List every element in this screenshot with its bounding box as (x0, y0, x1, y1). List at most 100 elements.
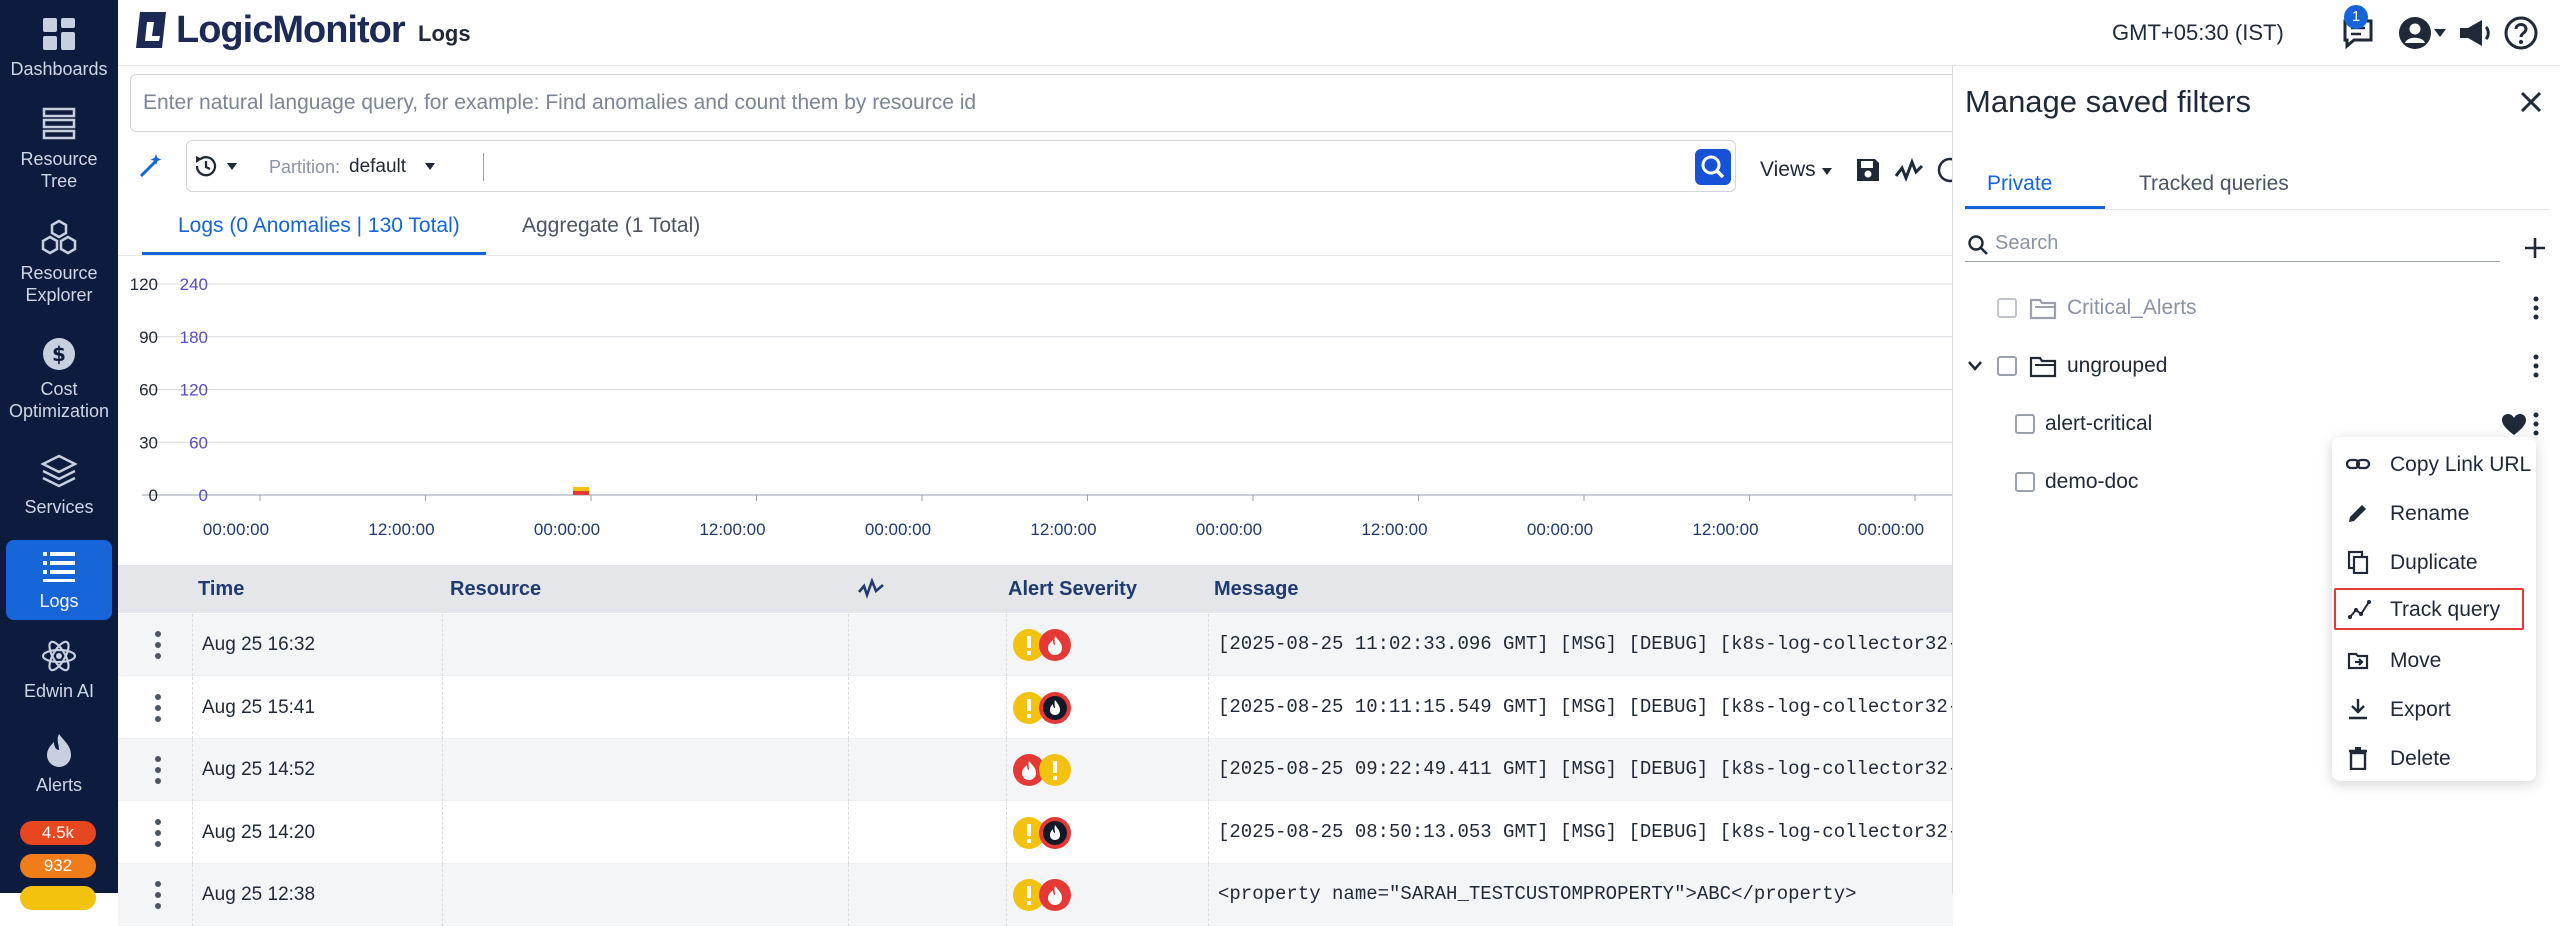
tab-aggregate[interactable]: Aggregate (1 Total) (522, 214, 700, 238)
row-menu-icon[interactable] (152, 753, 164, 787)
alert-count-badge[interactable]: 932 (20, 854, 96, 878)
cell-time: Aug 25 15:41 (202, 696, 316, 718)
partition-value[interactable]: default (349, 156, 406, 178)
add-icon[interactable] (2523, 236, 2547, 260)
nav-dashboards[interactable]: Dashboards (0, 14, 118, 80)
nav-resource-explorer[interactable]: Resource Explorer (0, 218, 118, 306)
folder-checkbox[interactable] (1997, 298, 2017, 318)
nav-edwin-ai[interactable]: Edwin AI (0, 636, 118, 702)
x-axis-tick-label: 12:00:00 (1361, 520, 1427, 539)
svg-text:$: $ (52, 342, 66, 366)
filter-checkbox[interactable] (2015, 472, 2035, 492)
timezone-selector[interactable]: GMT+05:30 (IST) (2112, 20, 2284, 46)
column-header-resource[interactable]: Resource (450, 578, 541, 601)
y-axis-tick-label: 90 (139, 328, 158, 347)
menu-item-track-query[interactable]: Track query (2334, 588, 2524, 630)
nav-label: Resource Explorer (20, 263, 98, 305)
column-header-message[interactable]: Message (1214, 578, 1299, 601)
chevron-down-icon[interactable] (1967, 360, 1983, 372)
table-row[interactable]: Aug 25 14:52 [2025-08-25 09:22:49.411 GMT… (118, 739, 2005, 801)
column-header-time[interactable]: Time (198, 578, 244, 601)
logs-histogram-chart: 0 0 30 60 60 120 90 180 120 240 00:00:00 12:00:00 00… (118, 262, 1953, 562)
chevron-down-icon[interactable] (225, 161, 239, 173)
history-icon[interactable] (193, 153, 219, 179)
table-row[interactable]: Aug 25 15:41 [2025-08-25 10:11:15.549 GMT… (118, 676, 2005, 739)
chevron-down-icon[interactable] (2432, 26, 2448, 40)
nav-logs[interactable]: Logs (6, 540, 112, 620)
dashboards-icon (43, 18, 75, 50)
y-axis-tick-label: 60 (139, 381, 158, 400)
save-icon[interactable] (1854, 156, 1882, 184)
filter-search-input[interactable]: Search (1965, 226, 2500, 262)
query-input-cursor[interactable] (483, 153, 484, 181)
tab-private[interactable]: Private (1987, 172, 2052, 196)
nav-label: Resource Tree (20, 149, 98, 191)
active-tab-indicator (142, 252, 486, 255)
folder-icon (2029, 298, 2057, 320)
x-axis-tick-label: 00:00:00 (1858, 520, 1924, 539)
copy-icon (2347, 550, 2369, 574)
row-menu-icon[interactable] (152, 878, 164, 912)
nav-cost-optimization[interactable]: $ Cost Optimization (0, 334, 118, 422)
y2-axis-tick-label: 240 (180, 275, 208, 294)
layers-icon (40, 454, 78, 488)
menu-item-label: Export (2390, 698, 2451, 721)
folder-label: Critical_Alerts (2067, 296, 2197, 319)
row-menu-icon[interactable] (152, 691, 164, 725)
tab-logs[interactable]: Logs (0 Anomalies | 130 Total) (178, 214, 460, 238)
tab-tracked-queries[interactable]: Tracked queries (2139, 172, 2289, 196)
views-dropdown[interactable]: Views (1760, 158, 1816, 182)
anomaly-column-icon[interactable] (858, 578, 884, 600)
alert-count-badge[interactable] (20, 886, 96, 910)
table-row[interactable]: Aug 25 14:20 [2025-08-25 08:50:13.053 GMT… (118, 801, 2005, 864)
panel-title: Manage saved filters (1965, 84, 2252, 119)
column-header-alert-severity[interactable]: Alert Severity (1008, 578, 1137, 601)
more-options-icon[interactable] (2531, 353, 2541, 379)
fatal-severity-icon (1039, 691, 1071, 724)
nav-services[interactable]: Services (0, 452, 118, 518)
table-row[interactable]: Aug 25 12:38 <property name="SARAH_TESTCU… (118, 864, 1953, 926)
megaphone-icon[interactable] (2456, 14, 2494, 52)
menu-item-export[interactable]: Export (2332, 688, 2536, 730)
more-options-icon[interactable] (2531, 411, 2541, 437)
folder-checkbox[interactable] (1997, 356, 2017, 376)
search-button[interactable] (1695, 149, 1731, 185)
magic-wand-icon[interactable] (136, 152, 164, 180)
menu-item-rename[interactable]: Rename (2332, 492, 2536, 534)
natural-language-query-input[interactable]: Enter natural language query, for exampl… (130, 74, 1960, 132)
table-row[interactable]: Aug 25 16:32 [2025-08-25 11:02:33.096 GMT… (118, 614, 2005, 676)
nav-alerts[interactable]: Alerts (0, 730, 118, 796)
menu-item-duplicate[interactable]: Duplicate (2332, 541, 2536, 583)
critical-severity-icon (1039, 629, 1071, 661)
chevron-down-icon[interactable] (423, 161, 437, 173)
more-options-icon[interactable] (2531, 295, 2541, 321)
close-icon[interactable] (2519, 90, 2543, 114)
help-icon[interactable] (2502, 14, 2540, 52)
y2-axis-tick-label: 120 (180, 381, 208, 400)
user-avatar-icon[interactable] (2396, 14, 2434, 52)
column-divider (848, 614, 849, 676)
pulse-icon[interactable] (1894, 156, 1924, 184)
menu-item-delete[interactable]: Delete (2332, 737, 2536, 779)
resource-tree-icon (42, 107, 76, 140)
x-axis-tick-label: 00:00:00 (1196, 520, 1262, 539)
column-divider (1006, 801, 1007, 864)
chevron-down-icon[interactable] (1820, 166, 1834, 178)
info-icon[interactable] (1936, 156, 1952, 184)
heart-icon[interactable] (2501, 413, 2527, 437)
alert-count-badge[interactable]: 4.5k (20, 821, 96, 845)
nav-label: Services (24, 497, 94, 517)
column-divider (192, 739, 193, 801)
nav-resource-tree[interactable]: Resource Tree (0, 104, 118, 192)
menu-item-move[interactable]: Move (2332, 639, 2536, 681)
chart-svg: 0 0 30 60 60 120 90 180 120 240 00:00:00 12:00:00 00… (130, 275, 1953, 539)
critical-severity-icon (1039, 879, 1071, 911)
pencil-icon (2349, 505, 2366, 522)
menu-item-copy-link-url[interactable]: Copy Link URL (2332, 443, 2536, 485)
folder-row-critical-alerts[interactable]: Critical_Alerts (1953, 286, 2553, 330)
row-menu-icon[interactable] (152, 628, 164, 662)
filter-checkbox[interactable] (2015, 414, 2035, 434)
column-divider (192, 676, 193, 739)
row-menu-icon[interactable] (152, 816, 164, 850)
folder-row-ungrouped[interactable]: ungrouped (1953, 344, 2553, 388)
